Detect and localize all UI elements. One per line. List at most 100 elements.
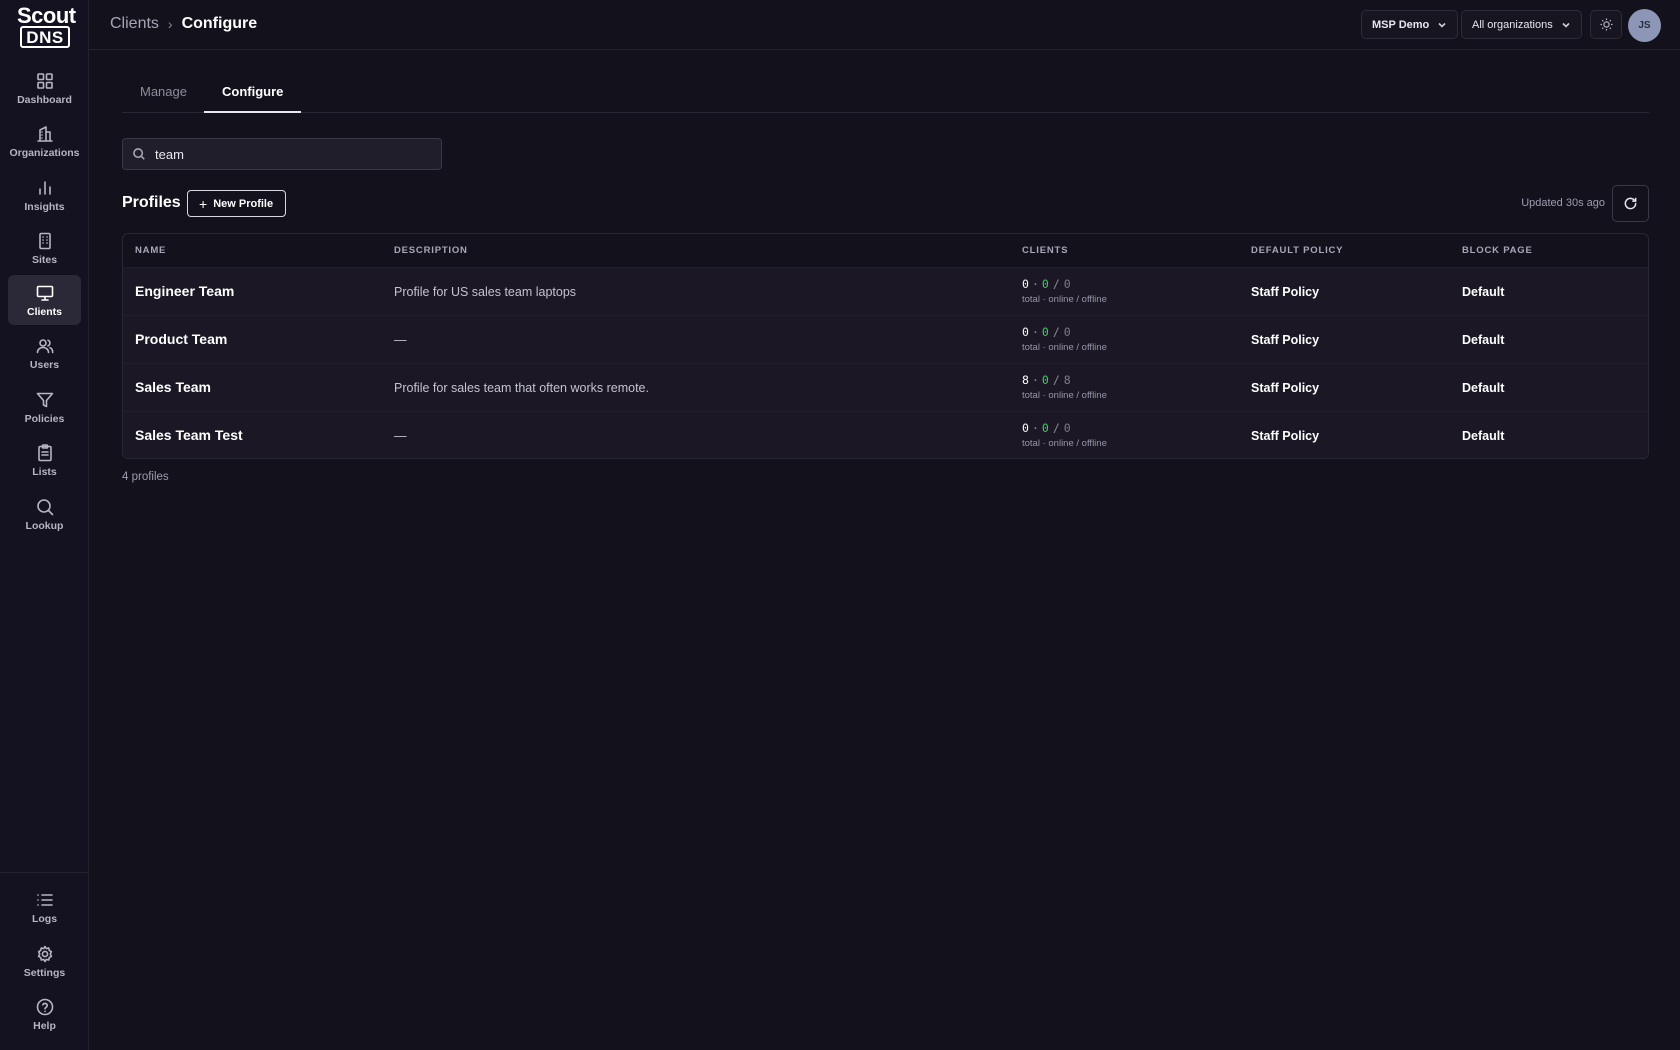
- client-online: 0: [1041, 277, 1049, 291]
- client-online: 0: [1041, 421, 1049, 435]
- client-counts: 0 · 0/0 total · online / offline: [1022, 421, 1107, 449]
- logo-line1: Scout: [17, 3, 76, 28]
- grid-icon: [36, 72, 53, 89]
- sidebar-item-label: Insights: [24, 200, 65, 213]
- profile-name[interactable]: Sales Team Test: [135, 427, 243, 443]
- organization-selector-label: All organizations: [1472, 18, 1553, 31]
- block-page: Default: [1462, 381, 1505, 395]
- breadcrumb-separator-icon: ›: [167, 16, 173, 32]
- theme-toggle-button[interactable]: [1590, 10, 1622, 39]
- breadcrumb: Clients › Configure: [110, 15, 257, 33]
- client-total: 0: [1022, 277, 1029, 291]
- client-offline: 8: [1063, 373, 1071, 387]
- client-total: 8: [1022, 373, 1029, 387]
- clipboard-icon: [37, 443, 52, 461]
- sidebar-item-users[interactable]: Users: [8, 328, 81, 378]
- avatar[interactable]: JS: [1628, 9, 1661, 42]
- sidebar-item-label: Settings: [23, 966, 66, 979]
- sidebar-divider: [0, 872, 89, 873]
- site-icon: [38, 232, 51, 249]
- chevron-down-icon: [1438, 22, 1446, 28]
- monitor-icon: [36, 285, 53, 301]
- client-counts-caption: total · online / offline: [1022, 438, 1107, 449]
- table-row[interactable]: Product Team — 0 · 0/0 total · online / of…: [123, 315, 1648, 363]
- tenant-selector-label: MSP Demo: [1372, 18, 1430, 31]
- sidebar-item-label: Users: [29, 358, 60, 371]
- sidebar-item-label: Policies: [24, 412, 65, 425]
- gear-icon: [37, 945, 52, 962]
- client-offline: 0: [1063, 421, 1071, 435]
- sidebar-item-label: Lookup: [25, 519, 64, 532]
- column-header-block-page: BLOCK PAGE: [1462, 245, 1533, 256]
- sidebar-item-settings[interactable]: Settings: [8, 936, 81, 986]
- client-online: 0: [1041, 373, 1049, 387]
- logo-line2: DNS: [20, 26, 70, 48]
- sidebar-item-insights[interactable]: Insights: [8, 170, 81, 220]
- breadcrumb-configure: Configure: [181, 15, 258, 32]
- search-input[interactable]: [155, 146, 425, 162]
- sidebar-item-lookup[interactable]: Lookup: [8, 489, 81, 539]
- help-icon: [36, 998, 53, 1015]
- table-row[interactable]: Sales Team Profile for sales team that o…: [123, 363, 1648, 411]
- tenant-selector[interactable]: MSP Demo: [1361, 10, 1459, 39]
- users-icon: [36, 338, 53, 353]
- sidebar-item-label: Dashboard: [17, 93, 72, 106]
- sidebar-item-label: Lists: [32, 465, 57, 478]
- sidebar-item-dashboard[interactable]: Dashboard: [8, 63, 81, 113]
- client-counts: 0 · 0/0 total · online / offline: [1022, 277, 1107, 305]
- tab-configure[interactable]: Configure: [204, 78, 302, 113]
- table-row[interactable]: Sales Team Test — 0 · 0/0 total · online /…: [123, 411, 1648, 458]
- updated-timestamp: Updated 30s ago: [1521, 197, 1605, 209]
- new-profile-label: New Profile: [213, 197, 274, 210]
- sidebar-item-help[interactable]: Help: [8, 989, 81, 1039]
- sidebar-item-sites[interactable]: Sites: [8, 223, 81, 273]
- profile-name[interactable]: Product Team: [135, 331, 227, 347]
- tab-manage[interactable]: Manage: [122, 78, 205, 113]
- sidebar-item-policies[interactable]: Policies: [8, 382, 81, 432]
- default-policy: Staff Policy: [1251, 429, 1320, 443]
- list-icon: [36, 893, 53, 906]
- profile-description: Profile for sales team that often works …: [394, 381, 649, 395]
- profile-description: Profile for US sales team laptops: [394, 285, 577, 299]
- block-page: Default: [1462, 429, 1505, 443]
- scoutdns-logo[interactable]: Scout DNS: [17, 3, 76, 48]
- refresh-button[interactable]: [1612, 185, 1649, 222]
- sidebar-item-organizations[interactable]: Organizations: [8, 116, 81, 166]
- plus-icon: +: [199, 195, 208, 212]
- client-offline: 0: [1063, 325, 1071, 339]
- sidebar: Scout DNS Dashboard Organizations Insigh…: [0, 0, 89, 1050]
- profile-name[interactable]: Sales Team: [135, 379, 211, 395]
- sun-icon: [1600, 18, 1612, 31]
- client-counts-caption: total · online / offline: [1022, 342, 1107, 353]
- sidebar-item-label: Help: [33, 1019, 56, 1032]
- tab-bar: Manage Configure: [122, 78, 1649, 113]
- sidebar-item-label: Logs: [31, 912, 58, 925]
- client-total: 0: [1022, 325, 1029, 339]
- sidebar-item-lists[interactable]: Lists: [8, 435, 81, 485]
- sidebar-item-clients[interactable]: Clients: [8, 275, 81, 325]
- client-online: 0: [1041, 325, 1049, 339]
- chevron-down-icon: [1562, 22, 1570, 28]
- building-icon: [36, 125, 53, 142]
- new-profile-button[interactable]: + New Profile: [187, 190, 287, 217]
- search-box: [122, 138, 442, 170]
- column-header-description: DESCRIPTION: [394, 245, 468, 256]
- default-policy: Staff Policy: [1251, 333, 1320, 347]
- column-header-name[interactable]: NAME: [135, 245, 166, 256]
- profiles-title: Profiles: [122, 194, 181, 211]
- search-icon: [133, 148, 145, 160]
- client-total: 0: [1022, 421, 1029, 435]
- sidebar-item-logs[interactable]: Logs: [8, 882, 81, 932]
- client-counts-caption: total · online / offline: [1022, 294, 1107, 305]
- block-page: Default: [1462, 333, 1505, 347]
- organization-selector[interactable]: All organizations: [1461, 10, 1582, 39]
- profile-description: —: [394, 429, 407, 443]
- block-page: Default: [1462, 285, 1505, 299]
- top-bar: Clients › Configure MSP Demo All organiz…: [89, 0, 1680, 50]
- breadcrumb-clients[interactable]: Clients: [110, 15, 159, 33]
- profile-name[interactable]: Engineer Team: [135, 283, 234, 299]
- client-offline: 0: [1063, 277, 1071, 291]
- sidebar-item-label: Organizations: [9, 146, 80, 159]
- default-policy: Staff Policy: [1251, 381, 1320, 395]
- table-row[interactable]: Engineer Team Profile for US sales team …: [123, 267, 1648, 315]
